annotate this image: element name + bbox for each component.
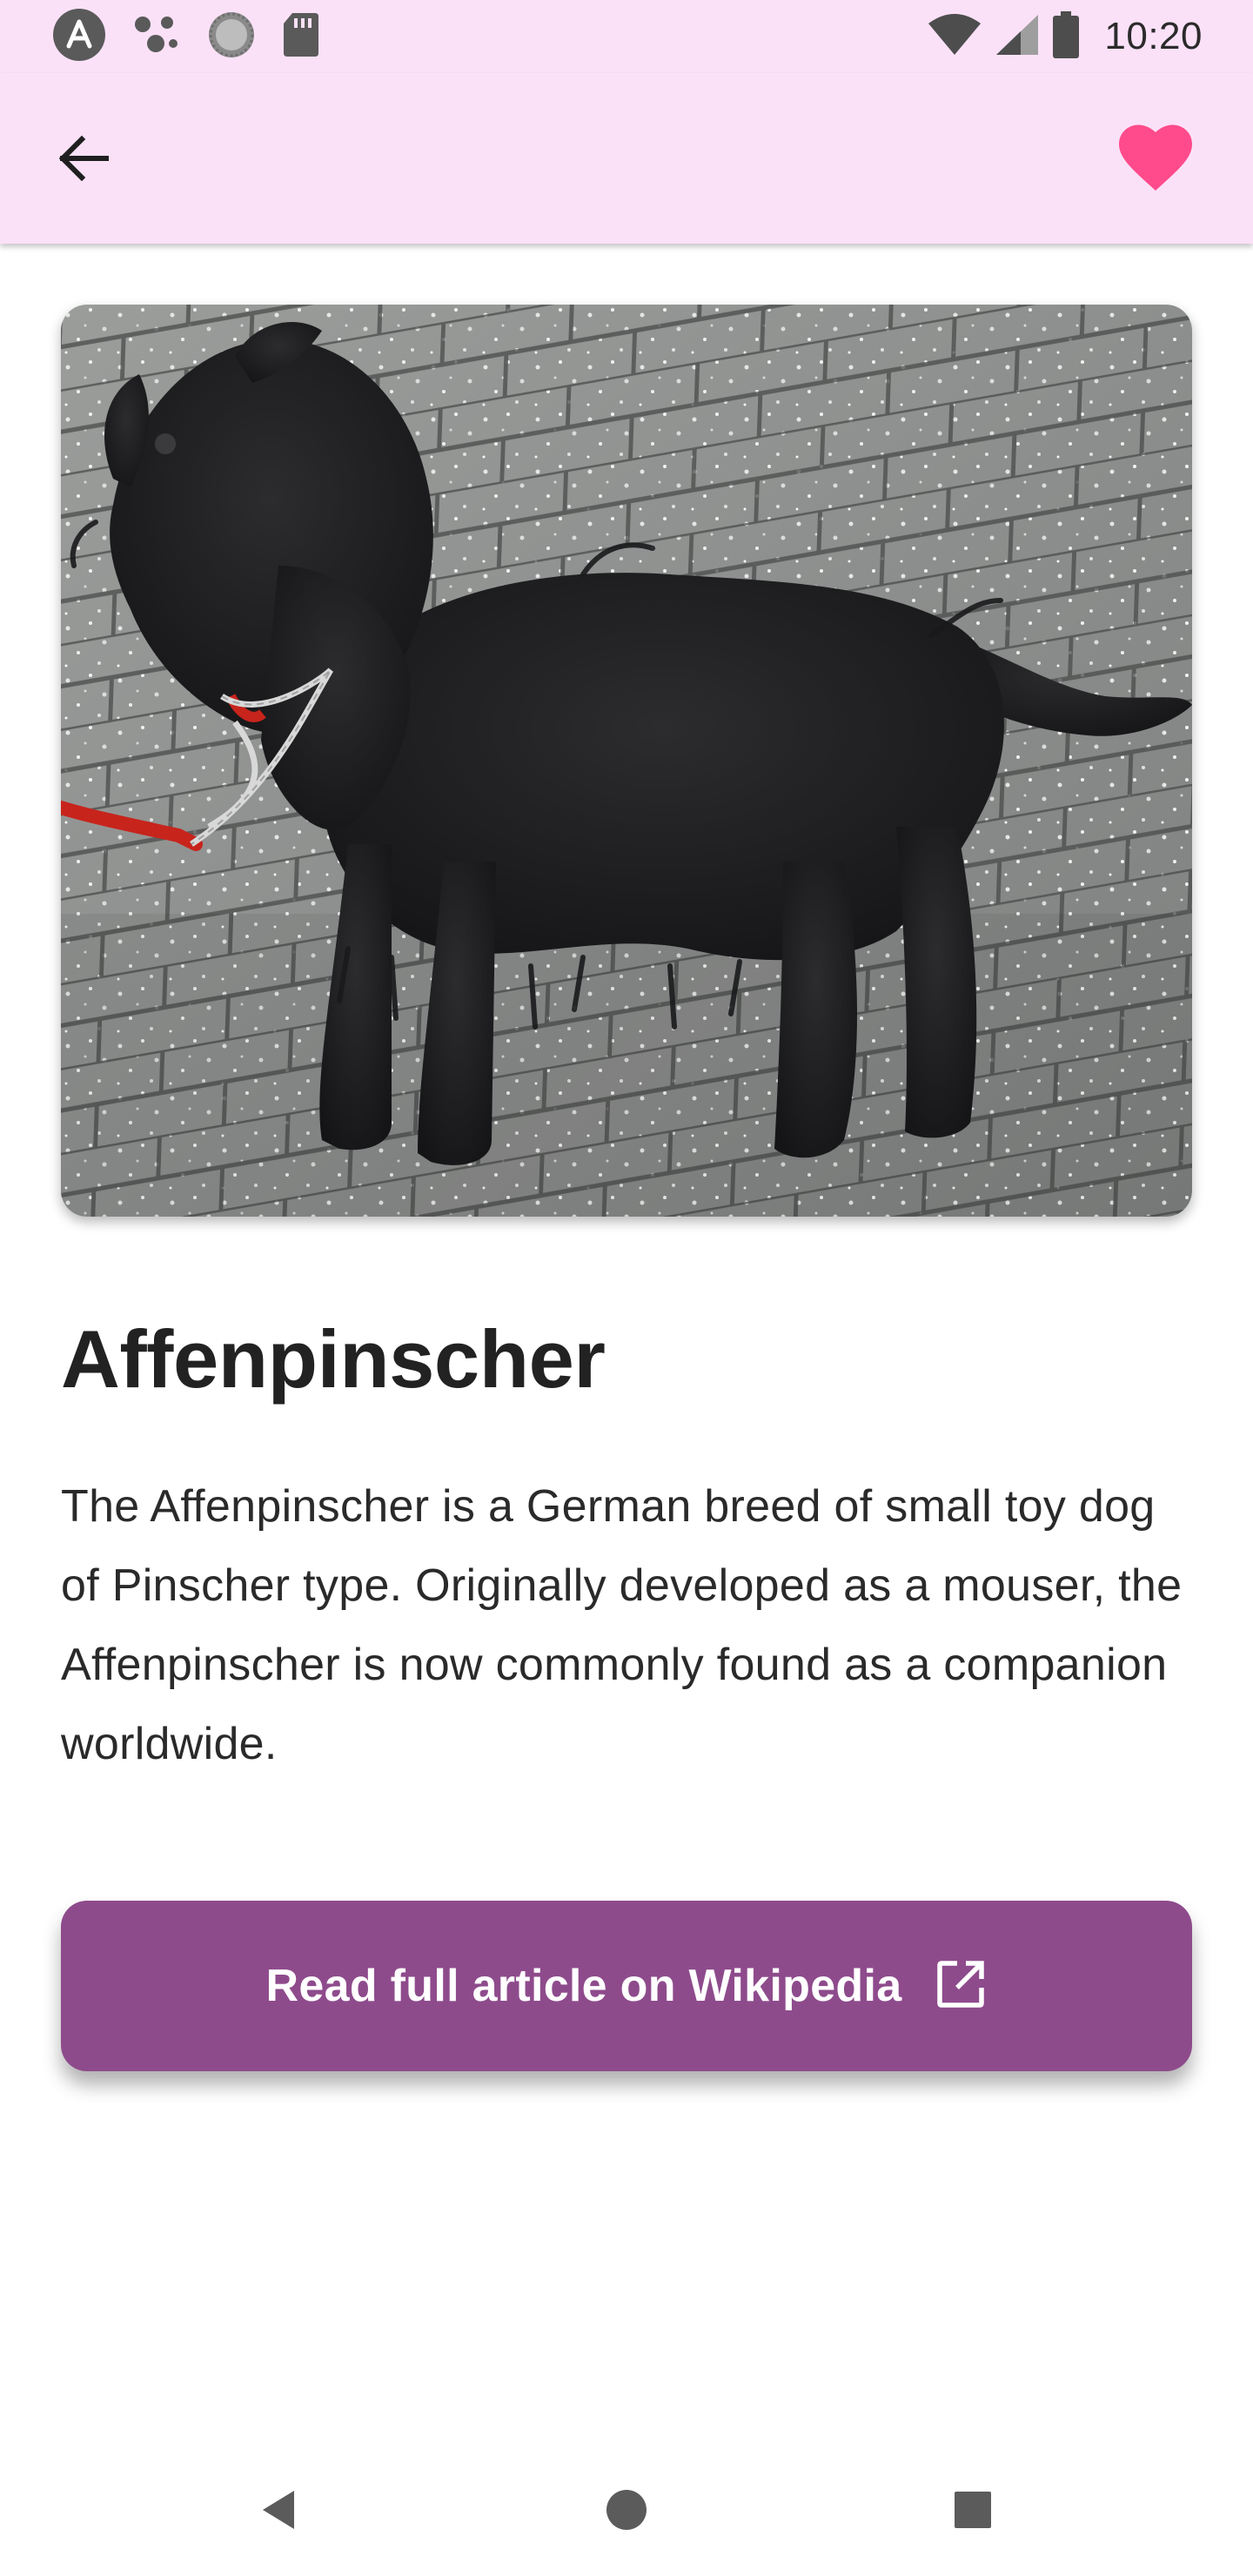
battery-icon xyxy=(1052,10,1080,64)
wifi-icon xyxy=(927,13,982,61)
nav-recents-square-icon xyxy=(954,2491,992,2533)
status-time: 10:20 xyxy=(1104,15,1203,57)
read-wikipedia-button[interactable]: Read full article on Wikipedia xyxy=(61,1901,1192,2071)
nav-back-triangle-icon xyxy=(259,2489,298,2535)
app-bar xyxy=(0,73,1253,244)
sd-card-icon xyxy=(282,11,320,63)
back-button[interactable] xyxy=(42,118,125,202)
breed-title: Affenpinscher xyxy=(61,1313,606,1405)
assistant-dots-icon xyxy=(132,12,181,62)
status-left-icons xyxy=(52,8,320,66)
status-bar: 10:20 xyxy=(0,0,1253,73)
nav-back-button[interactable] xyxy=(235,2468,322,2555)
nav-home-button[interactable] xyxy=(583,2468,670,2555)
favorite-button[interactable] xyxy=(1110,115,1201,205)
status-right-icons: 10:20 xyxy=(927,10,1203,63)
heart-icon xyxy=(1118,124,1193,197)
nav-home-circle-icon xyxy=(606,2489,647,2535)
breed-description: The Affenpinscher is a German breed of s… xyxy=(61,1481,1183,1769)
app-notification-icon xyxy=(52,8,106,66)
arrow-back-icon xyxy=(56,131,111,191)
read-wikipedia-label: Read full article on Wikipedia xyxy=(265,1961,902,2011)
open-in-new-icon xyxy=(935,1958,987,2015)
nav-recents-button[interactable] xyxy=(929,2468,1016,2555)
breed-detail-screen: 10:20 Affenpinscher The Affenpinscher is… xyxy=(0,0,1253,2576)
system-nav-bar xyxy=(0,2447,1253,2576)
sync-circle-icon xyxy=(207,10,256,64)
cellular-signal-icon xyxy=(995,13,1040,61)
breed-image xyxy=(61,305,1192,1217)
